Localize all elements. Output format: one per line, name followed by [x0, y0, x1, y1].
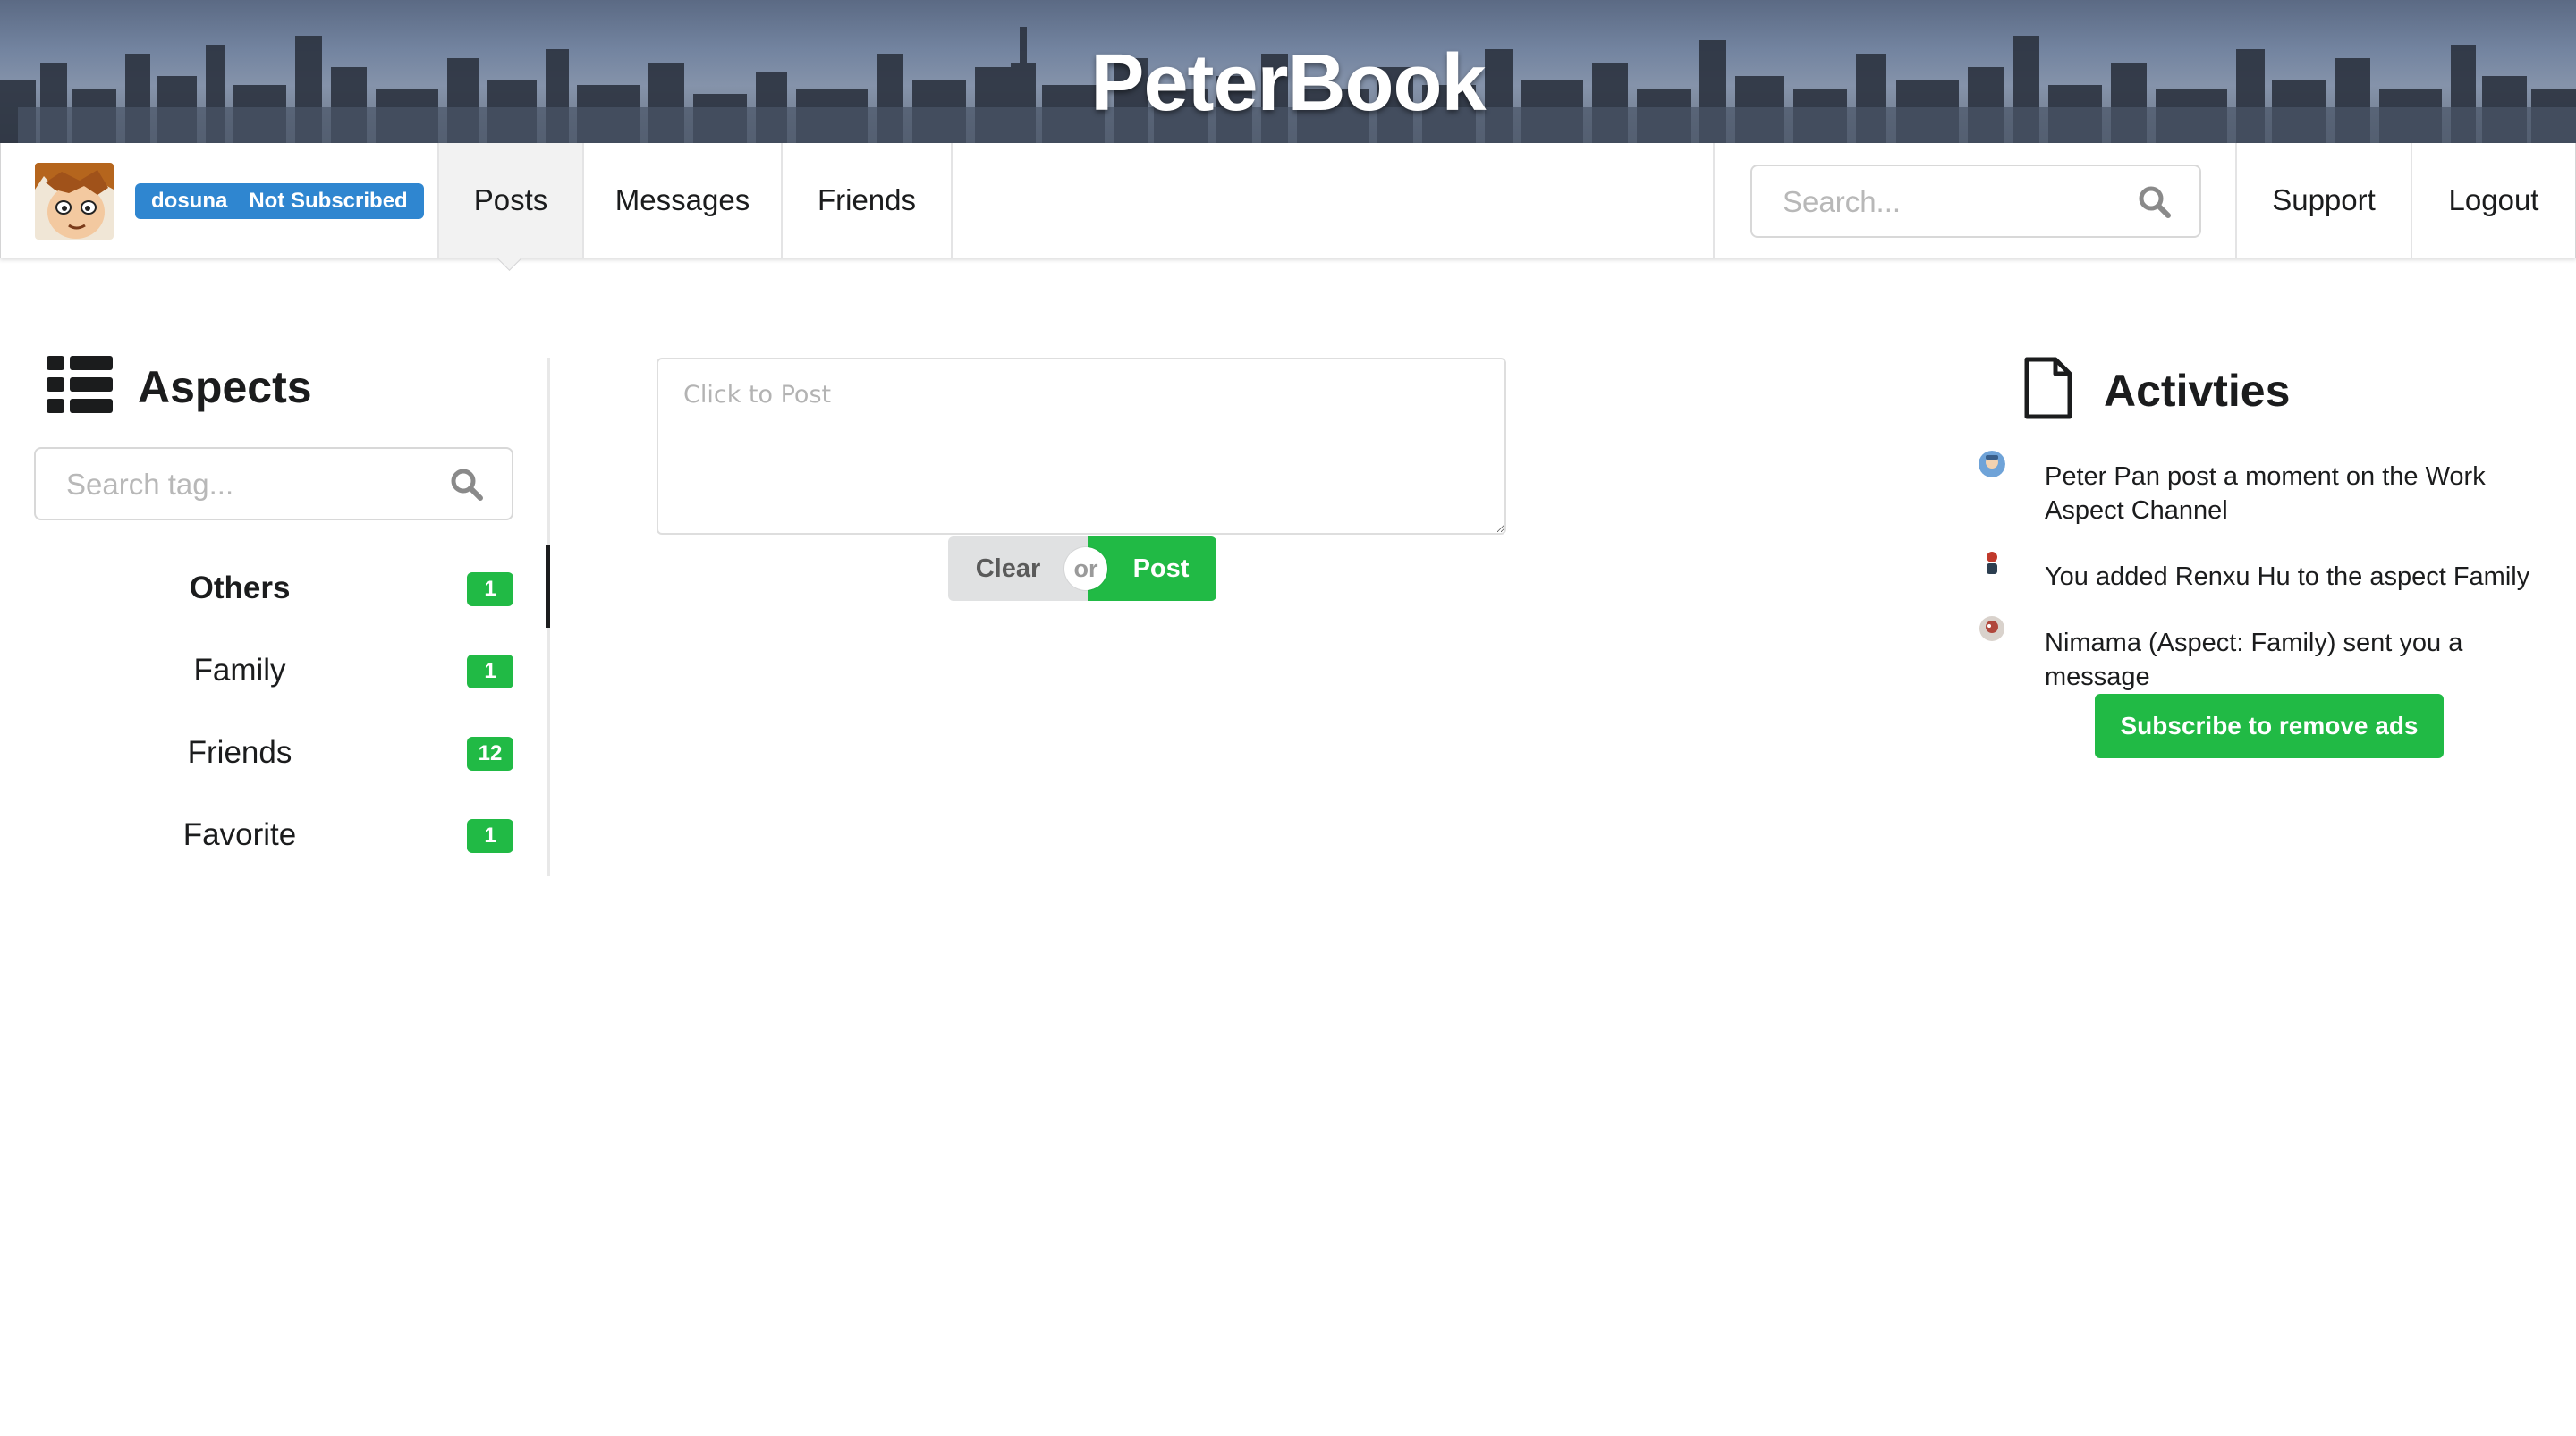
activities-title: Activties	[2104, 365, 2291, 416]
aspect-count-badge: 12	[467, 737, 513, 771]
subscription-status: Not Subscribed	[249, 189, 408, 213]
nav-friends[interactable]: Friends	[783, 143, 951, 258]
top-menu: dosuna Not Subscribed Posts Messages Fri…	[0, 143, 2576, 258]
aspect-label: Others	[189, 570, 291, 605]
user-avatar[interactable]	[35, 163, 114, 240]
user-avatar-icon	[1979, 615, 2005, 642]
nav-posts-label: Posts	[473, 183, 548, 216]
search-icon[interactable]	[449, 467, 485, 507]
username: dosuna	[151, 189, 228, 213]
aspect-item-family[interactable]: Family 1	[34, 631, 513, 714]
nav-logout-label: Logout	[2448, 183, 2539, 216]
activity-item: Peter Pan post a moment on the Work Aspe…	[2045, 462, 2486, 525]
aspects-header: Aspects	[47, 356, 312, 418]
composer-buttons: Clear Post or	[948, 536, 1216, 601]
user-avatar-icon	[1979, 549, 2005, 576]
or-separator: or	[1064, 547, 1107, 590]
nav-messages[interactable]: Messages	[584, 143, 781, 258]
post-textarea[interactable]	[658, 359, 1504, 533]
aspect-item-others[interactable]: Others 1	[34, 549, 513, 631]
active-aspect-indicator	[546, 545, 550, 628]
activities-header: Activties	[2023, 356, 2290, 425]
aspect-count-badge: 1	[467, 819, 513, 853]
brand-title: PeterBook	[1090, 38, 1486, 128]
aspect-count-badge: 1	[467, 572, 513, 606]
nav-messages-label: Messages	[614, 183, 750, 216]
tag-search	[34, 447, 513, 520]
tag-search-input[interactable]	[36, 449, 462, 520]
post-composer	[657, 358, 1506, 535]
user-label: dosuna Not Subscribed	[135, 183, 424, 219]
aspect-label: Favorite	[182, 817, 297, 852]
menu-divider	[951, 143, 953, 258]
aspect-item-friends[interactable]: Friends 12	[34, 714, 513, 796]
avatar-cartoon-icon	[35, 163, 114, 240]
global-search-input[interactable]	[1752, 166, 2142, 238]
aspect-item-favorite[interactable]: Favorite 1	[34, 796, 513, 878]
activity-item: Nimama (Aspect: Family) sent you a messa…	[2045, 629, 2463, 691]
aspect-count-badge: 1	[467, 655, 513, 688]
header-banner: PeterBook	[0, 0, 2576, 143]
nav-logout[interactable]: Logout	[2412, 143, 2575, 258]
activity-item: You added Renxu Hu to the aspect Family	[2045, 562, 2530, 591]
global-search	[1750, 165, 2201, 238]
nav-support-label: Support	[2272, 183, 2376, 216]
nav-friends-label: Friends	[817, 183, 917, 216]
subscribe-button[interactable]: Subscribe to remove ads	[2095, 694, 2444, 758]
nav-support[interactable]: Support	[2237, 143, 2411, 258]
list-icon	[47, 356, 113, 418]
file-icon	[2023, 356, 2073, 425]
aspects-title: Aspects	[138, 361, 312, 412]
aspect-label: Family	[193, 653, 286, 688]
nav-posts[interactable]: Posts	[439, 143, 582, 258]
user-avatar-icon	[1979, 451, 2005, 477]
aspect-label: Friends	[187, 735, 292, 770]
menu-divider	[1713, 143, 1715, 258]
search-icon[interactable]	[2137, 184, 2173, 224]
